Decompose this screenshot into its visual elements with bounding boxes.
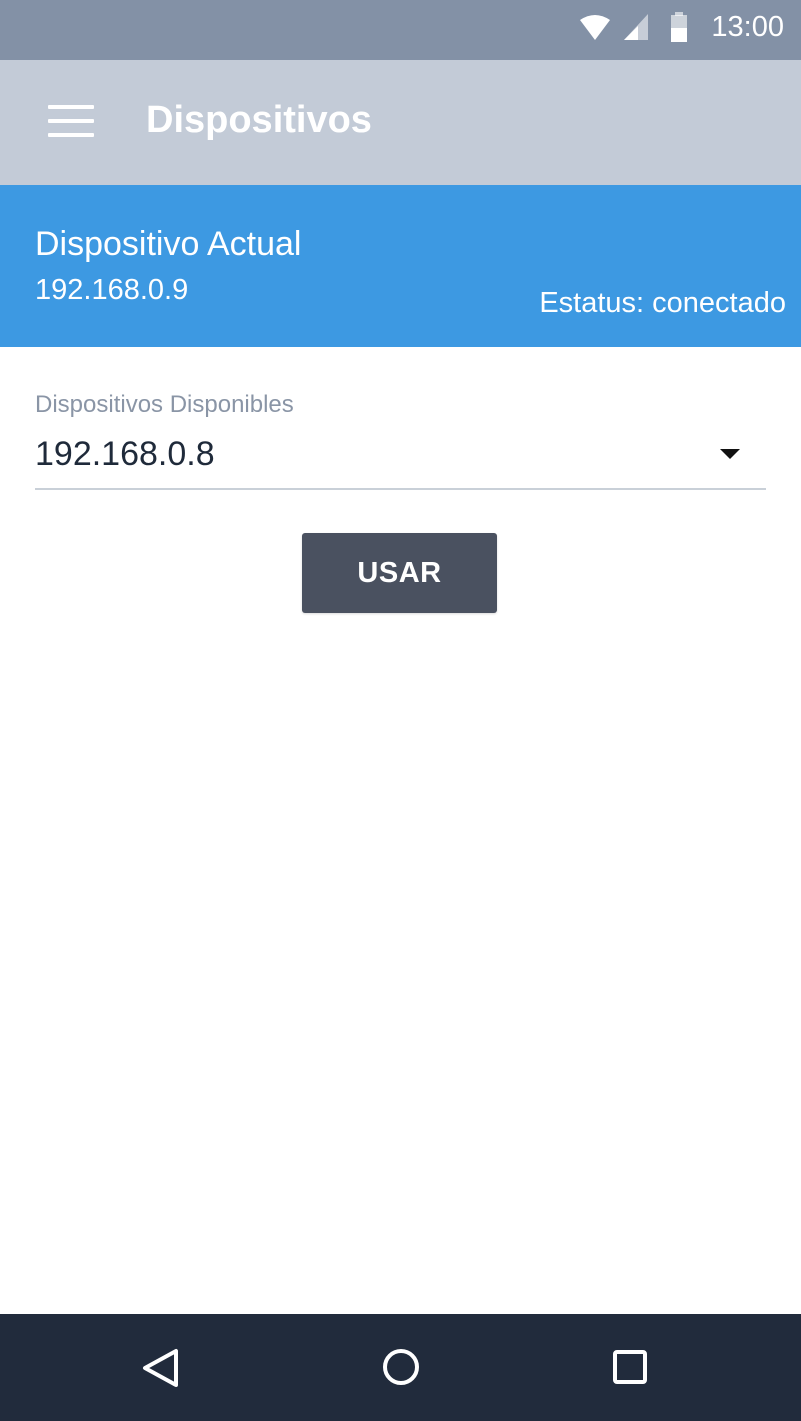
battery-icon xyxy=(671,12,687,42)
available-devices-dropdown[interactable]: 192.168.0.8 xyxy=(35,428,766,490)
signal-icon xyxy=(624,14,648,40)
connection-status: Estatus: conectado xyxy=(539,287,786,319)
app-bar: Dispositivos xyxy=(0,60,801,185)
selected-device-value: 192.168.0.8 xyxy=(35,435,215,473)
status-time: 13:00 xyxy=(711,11,784,43)
wifi-icon xyxy=(580,15,610,40)
navigation-bar xyxy=(0,1314,801,1421)
back-icon[interactable] xyxy=(125,1334,195,1400)
dropdown-arrow-icon xyxy=(720,449,740,459)
available-devices-label: Dispositivos Disponibles xyxy=(35,391,294,418)
current-device-title: Dispositivo Actual xyxy=(35,225,302,263)
page-title: Dispositivos xyxy=(146,99,372,141)
status-bar: 13:00 xyxy=(0,0,801,60)
current-device-card: Dispositivo Actual 192.168.0.9 Estatus: … xyxy=(0,185,801,347)
use-button[interactable]: USAR xyxy=(302,533,497,613)
recents-icon[interactable] xyxy=(595,1334,665,1400)
menu-icon[interactable] xyxy=(48,105,94,137)
current-device-ip: 192.168.0.9 xyxy=(35,274,189,306)
home-icon[interactable] xyxy=(366,1334,436,1400)
